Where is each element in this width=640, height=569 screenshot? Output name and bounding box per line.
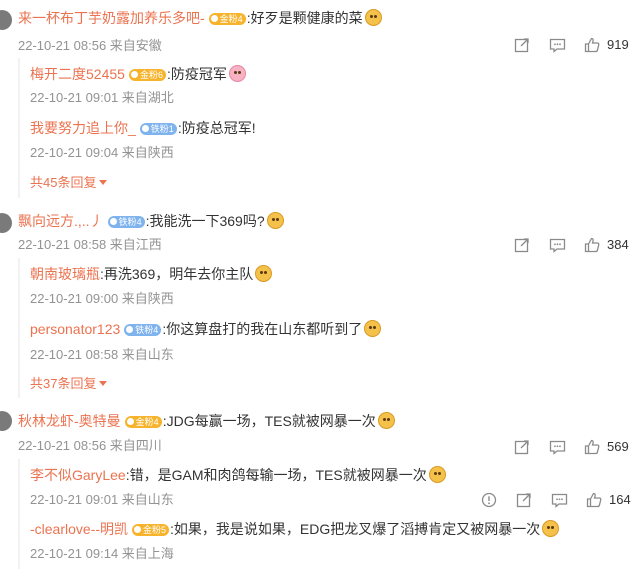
- doge-emoji-icon: [542, 520, 560, 537]
- reply-list: 李不似GaryLee:错，是GAM和肉鸽每输一场，TES就被网暴一次 22-10…: [18, 459, 631, 569]
- reply-text: :再洗369，明年去你主队: [100, 266, 254, 282]
- reply-icon[interactable]: [548, 236, 566, 254]
- comment-text: :我能洗一下369吗?: [145, 213, 265, 229]
- username-link[interactable]: 秋林龙虾-奥特曼: [18, 413, 121, 429]
- badge-label: 金粉4: [135, 417, 159, 427]
- report-icon[interactable]: [480, 491, 498, 509]
- reply-meta: 22-10-21 09:01 来自湖北: [30, 90, 174, 105]
- fan-badge[interactable]: 铁粉4: [124, 324, 162, 336]
- comment-1: 来一杯布丁芋奶露加养乐多吧- 金粉4:好歹是颗健康的菜 22-10-21 08:5…: [0, 0, 640, 205]
- comment-meta: 22-10-21 08:56 来自安徽: [18, 38, 162, 53]
- doge-emoji-icon: [364, 320, 382, 337]
- fan-badge[interactable]: 金粉4: [124, 416, 162, 428]
- username-link[interactable]: 李不似GaryLee: [30, 467, 126, 483]
- reply-text: :防疫总冠军!: [177, 120, 256, 136]
- like-icon[interactable]: [583, 236, 601, 254]
- diamond-icon: [141, 125, 149, 132]
- reply-meta: 22-10-21 09:01 来自山东: [30, 492, 174, 507]
- reply-icon[interactable]: [548, 36, 566, 54]
- like-icon[interactable]: [583, 438, 601, 456]
- doge-emoji-icon: [428, 466, 446, 483]
- badge-label: 铁粉1: [150, 124, 174, 134]
- badge-label: 金粉6: [139, 70, 163, 80]
- caret-down-icon: [99, 381, 108, 386]
- badge-label: 铁粉4: [118, 217, 142, 227]
- reply-meta: 22-10-21 08:58 来自山东: [30, 347, 174, 362]
- doge-emoji-icon: [255, 265, 273, 282]
- caret-down-icon: [99, 180, 108, 185]
- reply-icon[interactable]: [548, 438, 566, 456]
- like-count: 569: [607, 439, 629, 454]
- reply-content: 朝南玻璃瓶:再洗369，明年去你主队: [30, 264, 273, 284]
- comment-text: :好歹是颗健康的菜: [246, 10, 363, 26]
- badge-label: 铁粉4: [135, 325, 159, 335]
- like-count: 919: [607, 37, 629, 52]
- share-icon[interactable]: [513, 236, 531, 254]
- avatar[interactable]: [0, 213, 12, 233]
- diamond-icon: [126, 326, 134, 333]
- share-icon[interactable]: [513, 438, 531, 456]
- share-icon[interactable]: [513, 36, 531, 54]
- comment-text: :JDG每赢一场，TES就被网暴一次: [162, 413, 376, 429]
- comment-meta: 22-10-21 08:56 来自四川: [18, 438, 162, 453]
- more-replies-link[interactable]: 共37条回复: [30, 375, 108, 393]
- more-replies-link[interactable]: 共45条回复: [30, 174, 108, 192]
- diamond-icon: [109, 218, 117, 225]
- reply-content: personator123 铁粉4:你这算盘打的我在山东都听到了: [30, 319, 382, 339]
- reply-icon[interactable]: [550, 491, 568, 509]
- doge-emoji-icon: [364, 9, 382, 26]
- pig-emoji-icon: [228, 65, 246, 82]
- like-icon[interactable]: [583, 36, 601, 54]
- badge-label: 金粉4: [219, 14, 243, 24]
- reply-list: 朝南玻璃瓶:再洗369，明年去你主队 22-10-21 09:00 来自陕西 p…: [18, 258, 626, 398]
- like-count: 384: [607, 237, 629, 252]
- reply-content: 李不似GaryLee:错，是GAM和肉鸽每输一场，TES就被网暴一次: [30, 465, 446, 485]
- fan-badge[interactable]: 铁粉4: [107, 216, 145, 228]
- comment-3: 秋林龙虾-奥特曼 金粉4:JDG每赢一场，TES就被网暴一次 22-10-21 0…: [0, 403, 640, 569]
- diamond-icon: [210, 15, 218, 22]
- reply-content: 梅开二度52455 金粉6:防疫冠军: [30, 64, 246, 84]
- username-link[interactable]: personator123: [30, 321, 120, 337]
- reply-content: 我要努力追上你_ 铁粉1:防疫总冠军!: [30, 118, 256, 138]
- reply-text: :你这算盘打的我在山东都听到了: [162, 321, 363, 337]
- reply-meta: 22-10-21 09:14 来自上海: [30, 546, 174, 561]
- more-replies-label: 共45条回复: [30, 175, 97, 190]
- diamond-icon: [134, 526, 142, 533]
- reply-content: -clearlove--明凯 金粉5:如果，我是说如果，EDG把龙叉爆了滔搏肯定又…: [30, 519, 560, 539]
- like-count: 164: [609, 492, 631, 507]
- badge-label: 金粉5: [143, 525, 167, 535]
- comment-content: 来一杯布丁芋奶露加养乐多吧- 金粉4:好歹是颗健康的菜: [18, 8, 382, 28]
- reply-meta: 22-10-21 09:04 来自陕西: [30, 145, 174, 160]
- comment-content: 飘向远方.,..丿 铁粉4:我能洗一下369吗?: [18, 211, 284, 231]
- share-icon[interactable]: [515, 491, 533, 509]
- comment-content: 秋林龙虾-奥特曼 金粉4:JDG每赢一场，TES就被网暴一次: [18, 411, 395, 431]
- username-link[interactable]: 来一杯布丁芋奶露加养乐多吧-: [18, 10, 205, 26]
- username-link[interactable]: 朝南玻璃瓶: [30, 266, 100, 282]
- avatar[interactable]: [0, 411, 12, 431]
- reply-text: :如果，我是说如果，EDG把龙叉爆了滔搏肯定又被网暴一次: [170, 521, 541, 537]
- doge-emoji-icon: [266, 212, 284, 229]
- avatar[interactable]: [0, 10, 12, 30]
- username-link[interactable]: 飘向远方.,..丿: [18, 213, 104, 229]
- reply-list: 梅开二度52455 金粉6:防疫冠军 22-10-21 09:01 来自湖北 我要…: [18, 58, 626, 198]
- username-link[interactable]: 我要努力追上你_: [30, 120, 136, 136]
- diamond-icon: [130, 71, 138, 78]
- reply-text: :防疫冠军: [166, 66, 227, 82]
- comment-meta: 22-10-21 08:58 来自江西: [18, 237, 162, 252]
- reply-meta: 22-10-21 09:00 来自陕西: [30, 291, 174, 306]
- username-link[interactable]: 梅开二度52455: [30, 66, 125, 82]
- username-link[interactable]: -clearlove--明凯: [30, 521, 128, 537]
- like-icon[interactable]: [585, 491, 603, 509]
- more-replies-label: 共37条回复: [30, 376, 97, 391]
- fan-badge[interactable]: 铁粉1: [139, 123, 177, 135]
- fan-badge[interactable]: 金粉5: [132, 524, 170, 536]
- fan-badge[interactable]: 金粉4: [208, 13, 246, 25]
- diamond-icon: [126, 418, 134, 425]
- doge-emoji-icon: [377, 412, 395, 429]
- fan-badge[interactable]: 金粉6: [128, 69, 166, 81]
- reply-text: :错，是GAM和肉鸽每输一场，TES就被网暴一次: [125, 467, 427, 483]
- comment-2: 飘向远方.,..丿 铁粉4:我能洗一下369吗? 22-10-21 08:58 来…: [0, 205, 640, 403]
